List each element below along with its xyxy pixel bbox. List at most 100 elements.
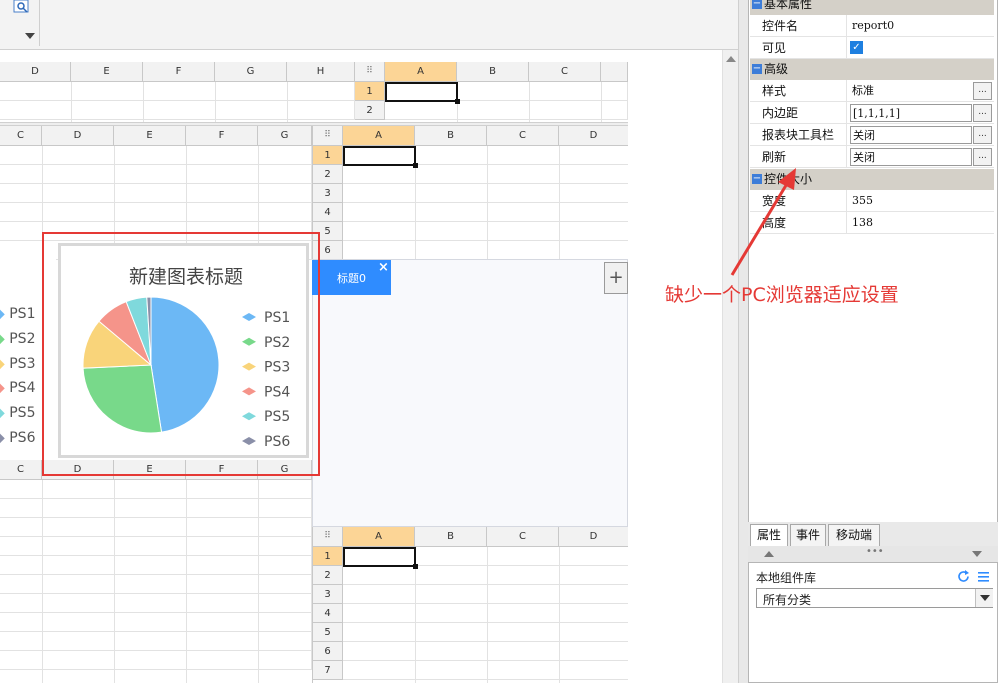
group-basic[interactable]: − 基本属性 (750, 0, 994, 15)
tab-events[interactable]: 事件 (790, 524, 826, 546)
cell-row[interactable] (0, 480, 312, 499)
col-header[interactable]: D (559, 126, 628, 146)
prop-value[interactable]: 355 (850, 192, 972, 210)
col-header[interactable]: E (114, 460, 186, 480)
col-header[interactable]: B (457, 62, 529, 82)
row-header[interactable]: 6 (313, 241, 343, 260)
tab-mobile[interactable]: 移动端 (828, 524, 880, 546)
cell-row[interactable] (343, 165, 628, 184)
prop-edit-button[interactable]: ... (973, 82, 992, 100)
cell-row[interactable] (343, 642, 628, 661)
col-header[interactable] (601, 62, 628, 82)
cell-row[interactable] (343, 184, 628, 203)
cell-row[interactable] (343, 623, 628, 642)
prop-value[interactable]: report0 (850, 17, 972, 35)
select-all-corner[interactable]: ⠿ (313, 527, 343, 547)
col-header[interactable]: A (385, 62, 457, 82)
col-header[interactable]: F (186, 460, 258, 480)
col-header[interactable]: E (114, 126, 186, 146)
col-header[interactable]: C (529, 62, 601, 82)
tab-close-icon[interactable]: × (378, 260, 389, 275)
prop-value[interactable]: 138 (850, 214, 972, 232)
tab-properties[interactable]: 属性 (750, 524, 788, 546)
prop-edit-button[interactable]: ... (973, 126, 992, 144)
col-header[interactable]: C (0, 460, 42, 480)
cell-row[interactable] (0, 165, 312, 184)
col-header[interactable]: E (71, 62, 143, 82)
col-header[interactable]: B (415, 527, 487, 547)
row-header[interactable]: 6 (313, 642, 343, 661)
row-header[interactable]: 1 (313, 547, 343, 566)
cell-row[interactable] (0, 651, 312, 670)
prop-value[interactable]: [1,1,1,1] (850, 104, 972, 122)
col-header[interactable]: H (287, 62, 355, 82)
row-header[interactable]: 7 (313, 661, 343, 680)
cell-row[interactable] (0, 575, 312, 594)
select-dropdown-button[interactable] (975, 589, 993, 607)
cell-row[interactable] (0, 82, 355, 101)
cell-row[interactable] (0, 222, 312, 241)
cell-row[interactable] (343, 585, 628, 604)
row-header[interactable]: 2 (313, 165, 343, 184)
report-block-right[interactable]: ⠿ A B C D 1 2 3 4 5 6 (312, 126, 628, 260)
row-header[interactable]: 5 (313, 222, 343, 241)
prop-edit-button[interactable]: ... (973, 104, 992, 122)
selected-cell[interactable] (343, 547, 418, 569)
chart-widget[interactable]: 新建图表标题 PS1 PS2 PS3 PS4 PS5 PS6 (58, 243, 309, 458)
prop-value[interactable]: 标准 (850, 82, 972, 100)
row-header[interactable]: 2 (313, 566, 343, 585)
col-header[interactable]: A (343, 126, 415, 146)
cell-row[interactable] (0, 184, 312, 203)
col-header[interactable]: G (258, 126, 312, 146)
collapse-icon[interactable]: − (752, 0, 762, 9)
report-block-top[interactable]: D E F G H ⠿ A B C 1 2 (0, 62, 628, 122)
row-header[interactable]: 4 (313, 203, 343, 222)
report-block-bottom[interactable]: ⠿ A B C D 1 2 3 4 5 6 7 (312, 527, 628, 683)
pie-slice-ps1[interactable] (150, 296, 220, 433)
select-all-corner[interactable]: ⠿ (313, 126, 343, 146)
cell-row[interactable] (0, 499, 312, 518)
tab-title0[interactable]: 标题0 × (312, 260, 391, 295)
col-header[interactable]: D (0, 62, 71, 82)
preview-icon[interactable] (12, 0, 34, 14)
col-header[interactable]: C (487, 527, 559, 547)
selected-cell[interactable] (343, 146, 418, 168)
col-header[interactable]: B (415, 126, 487, 146)
col-header[interactable]: G (258, 460, 312, 480)
refresh-icon[interactable] (957, 570, 970, 583)
cell-row[interactable] (0, 594, 312, 613)
col-header[interactable]: C (0, 126, 42, 146)
dropdown-arrow-icon[interactable] (25, 33, 35, 39)
row-header[interactable]: 3 (313, 184, 343, 203)
collapse-up-icon[interactable] (764, 551, 774, 557)
col-header[interactable]: D (559, 527, 628, 547)
cell-row[interactable] (343, 604, 628, 623)
pie-slice-ps2[interactable] (82, 364, 163, 434)
group-advanced[interactable]: − 高级 (750, 59, 994, 80)
row-header[interactable]: 3 (313, 585, 343, 604)
category-select[interactable]: 所有分类 (756, 588, 993, 608)
cell-row[interactable] (0, 613, 312, 632)
cell-row[interactable] (0, 203, 312, 222)
cell-row[interactable] (385, 101, 628, 120)
add-tab-button[interactable]: + (604, 262, 628, 294)
cell-row[interactable] (0, 556, 312, 575)
row-header[interactable]: 4 (313, 604, 343, 623)
prop-row-name[interactable]: 控件名 report0 (750, 15, 994, 37)
selected-cell[interactable] (385, 82, 460, 104)
col-header[interactable]: D (42, 460, 114, 480)
cell-row[interactable] (0, 518, 312, 537)
report-block-lower-left[interactable]: C D E F G (0, 460, 312, 683)
vertical-scrollbar[interactable] (722, 50, 738, 683)
prop-value[interactable]: 关闭 (850, 148, 972, 166)
cell-row[interactable] (343, 222, 628, 241)
col-header[interactable]: F (186, 126, 258, 146)
select-all-corner[interactable]: ⠿ (355, 62, 385, 82)
drag-handle-icon[interactable]: ••• (866, 546, 884, 557)
row-header[interactable]: 1 (355, 82, 385, 101)
prop-row-toolbar[interactable]: 报表块工具栏 关闭 ... (750, 124, 994, 146)
scroll-up-icon[interactable] (726, 56, 736, 62)
prop-value[interactable]: 关闭 (850, 126, 972, 144)
collapse-icon[interactable]: − (752, 64, 762, 74)
tab-container[interactable] (312, 259, 628, 527)
